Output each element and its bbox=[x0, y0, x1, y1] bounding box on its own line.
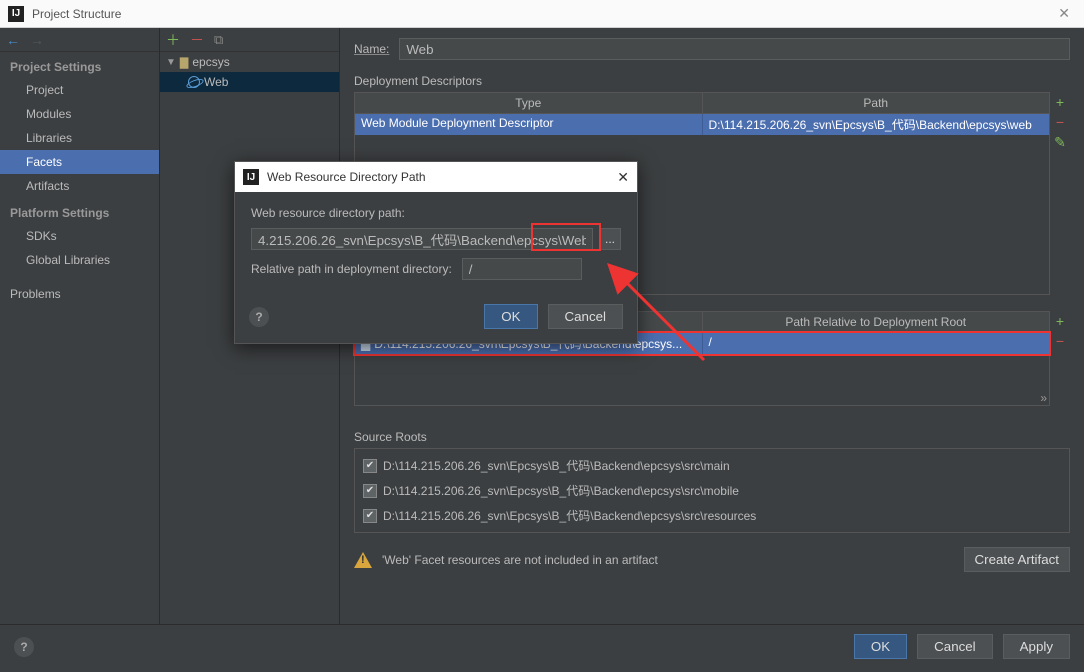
sidebar-item-libraries[interactable]: Libraries bbox=[0, 126, 159, 150]
sidebar-item-problems[interactable]: Problems bbox=[0, 282, 159, 306]
sidebar-item-artifacts[interactable]: Artifacts bbox=[0, 174, 159, 198]
nav-back-icon[interactable]: ← bbox=[6, 32, 20, 48]
web-facet-icon bbox=[188, 76, 200, 88]
warning-icon bbox=[354, 552, 372, 568]
relative-path-input[interactable] bbox=[462, 258, 582, 280]
expand-icon[interactable]: ▼ bbox=[166, 57, 176, 68]
folder-icon: ▇ bbox=[180, 56, 188, 69]
path-label: Web resource directory path: bbox=[251, 206, 621, 220]
td-path: D:\114.215.206.26_svn\Epcsys\B_代码\Backen… bbox=[703, 114, 1050, 135]
resource-path-input[interactable] bbox=[251, 228, 593, 250]
resource-add-icon[interactable]: + bbox=[1050, 313, 1070, 329]
name-label: Name: bbox=[354, 42, 389, 56]
relative-path-label: Relative path in deployment directory: bbox=[251, 262, 452, 276]
source-root-row[interactable]: ✔ D:\114.215.206.26_svn\Epcsys\B_代码\Back… bbox=[355, 478, 1069, 503]
create-artifact-button[interactable]: Create Artifact bbox=[964, 547, 1070, 572]
remove-icon[interactable]: － bbox=[190, 30, 204, 50]
resource-remove-icon[interactable]: − bbox=[1050, 333, 1070, 349]
source-root-path: D:\114.215.206.26_svn\Epcsys\B_代码\Backen… bbox=[383, 457, 730, 474]
source-root-path: D:\114.215.206.26_svn\Epcsys\B_代码\Backen… bbox=[383, 482, 739, 499]
descriptor-remove-icon[interactable]: − bbox=[1050, 114, 1070, 130]
dialog-button-bar: ? OK Cancel Apply bbox=[0, 624, 1084, 668]
td-resource-rel: / bbox=[703, 333, 1050, 354]
source-roots-label: Source Roots bbox=[354, 430, 1070, 444]
web-resource-path-dialog: IJ Web Resource Directory Path ✕ Web res… bbox=[234, 161, 638, 344]
checkbox-icon[interactable]: ✔ bbox=[363, 484, 377, 498]
th-type: Type bbox=[355, 93, 703, 113]
th-relative-path: Path Relative to Deployment Root bbox=[703, 312, 1050, 332]
tree-module-label: epcsys bbox=[192, 55, 229, 69]
window-title: Project Structure bbox=[32, 7, 121, 21]
dialog-ok-button[interactable]: OK bbox=[484, 304, 537, 329]
sidebar-item-modules[interactable]: Modules bbox=[0, 102, 159, 126]
app-icon: IJ bbox=[243, 169, 259, 185]
checkbox-icon[interactable]: ✔ bbox=[363, 459, 377, 473]
checkbox-icon[interactable]: ✔ bbox=[363, 509, 377, 523]
app-icon: IJ bbox=[8, 6, 24, 22]
descriptor-row[interactable]: Web Module Deployment Descriptor D:\114.… bbox=[355, 114, 1049, 135]
help-icon[interactable]: ? bbox=[249, 307, 269, 327]
descriptor-edit-icon[interactable]: ✎ bbox=[1050, 134, 1070, 151]
deployment-descriptors-label: Deployment Descriptors bbox=[354, 74, 1070, 88]
descriptor-add-icon[interactable]: + bbox=[1050, 94, 1070, 110]
cancel-button[interactable]: Cancel bbox=[917, 634, 993, 659]
ok-button[interactable]: OK bbox=[854, 634, 907, 659]
source-root-path: D:\114.215.206.26_svn\Epcsys\B_代码\Backen… bbox=[383, 507, 756, 524]
section-platform-settings: Platform Settings bbox=[0, 198, 159, 224]
settings-sidebar: ← → Project Settings Project Modules Lib… bbox=[0, 28, 160, 624]
facet-name-input[interactable] bbox=[399, 38, 1070, 60]
browse-button[interactable]: ... bbox=[599, 228, 621, 250]
source-roots-list: ✔ D:\114.215.206.26_svn\Epcsys\B_代码\Back… bbox=[354, 448, 1070, 533]
sidebar-item-sdks[interactable]: SDKs bbox=[0, 224, 159, 248]
add-icon[interactable]: ＋ bbox=[166, 30, 180, 50]
th-path: Path bbox=[703, 93, 1050, 113]
chevron-right-icon[interactable]: » bbox=[355, 389, 1049, 405]
help-icon[interactable]: ? bbox=[14, 637, 34, 657]
copy-icon[interactable]: ⧉ bbox=[214, 32, 223, 48]
source-root-row[interactable]: ✔ D:\114.215.206.26_svn\Epcsys\B_代码\Back… bbox=[355, 453, 1069, 478]
source-root-row[interactable]: ✔ D:\114.215.206.26_svn\Epcsys\B_代码\Back… bbox=[355, 503, 1069, 528]
dialog-cancel-button[interactable]: Cancel bbox=[548, 304, 624, 329]
tree-facet-row[interactable]: Web bbox=[160, 72, 339, 92]
dialog-close-icon[interactable]: ✕ bbox=[617, 169, 629, 186]
td-type: Web Module Deployment Descriptor bbox=[355, 114, 703, 135]
tree-module-row[interactable]: ▼ ▇ epcsys bbox=[160, 52, 339, 72]
sidebar-item-facets[interactable]: Facets bbox=[0, 150, 159, 174]
warning-text: 'Web' Facet resources are not included i… bbox=[382, 553, 658, 567]
sidebar-item-project[interactable]: Project bbox=[0, 78, 159, 102]
nav-forward-icon: → bbox=[30, 32, 44, 48]
dialog-title: Web Resource Directory Path bbox=[267, 170, 426, 184]
apply-button[interactable]: Apply bbox=[1003, 634, 1070, 659]
close-icon[interactable]: ✕ bbox=[1052, 5, 1076, 22]
sidebar-item-global-libraries[interactable]: Global Libraries bbox=[0, 248, 159, 272]
window-titlebar: IJ Project Structure ✕ bbox=[0, 0, 1084, 28]
section-project-settings: Project Settings bbox=[0, 52, 159, 78]
tree-facet-label: Web bbox=[204, 75, 228, 89]
